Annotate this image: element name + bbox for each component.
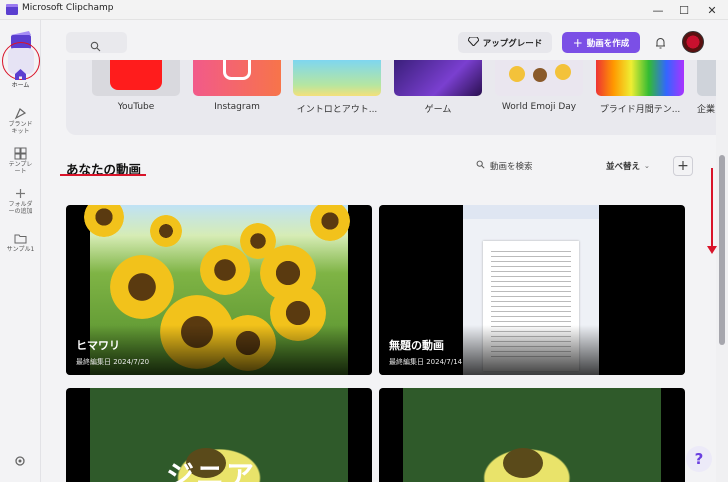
video-card[interactable]: 無題の動画 最終編集日 2024/7/14 xyxy=(379,205,685,375)
sidebar-item-sample1[interactable]: サンプル1 xyxy=(0,231,41,253)
video-date: 最終編集日 2024/7/14 xyxy=(389,358,463,366)
sidebar-item-label: ホーム xyxy=(11,82,30,89)
title-bar: Microsoft Clipchamp — ☐ ✕ xyxy=(0,0,728,20)
template-thumbnail xyxy=(495,60,583,96)
template-icon xyxy=(14,146,28,160)
close-button[interactable]: ✕ xyxy=(698,0,726,20)
search-button[interactable] xyxy=(66,32,127,53)
notification-bell-icon[interactable] xyxy=(650,32,670,53)
upgrade-label: アップグレード xyxy=(482,38,543,49)
template-thumbnail xyxy=(92,60,180,96)
window-title: Microsoft Clipchamp xyxy=(22,3,114,13)
annotation-arrow xyxy=(707,168,717,254)
search-icon xyxy=(476,160,485,172)
upgrade-button[interactable]: アップグレード xyxy=(458,32,552,53)
template-thumbnail xyxy=(394,60,482,96)
template-label: イントロとアウト... xyxy=(296,105,378,115)
sidebar-item-label: サンプル1 xyxy=(6,246,35,253)
help-button[interactable]: ? xyxy=(686,446,712,472)
template-label: YouTube xyxy=(117,102,155,112)
create-video-button[interactable]: + 動画を作成 xyxy=(562,32,640,53)
video-card[interactable] xyxy=(379,388,685,482)
video-date: 最終編集日 2024/7/20 xyxy=(76,358,150,366)
template-thumbnail xyxy=(293,60,381,96)
template-card-pride-month[interactable]: プライド月間テン... xyxy=(596,60,684,115)
search-icon xyxy=(90,37,101,56)
sort-label: 並べ替え xyxy=(606,162,641,172)
video-search[interactable]: 動画を検索 xyxy=(476,160,533,172)
diamond-icon xyxy=(467,36,480,49)
video-title: ヒマワリ xyxy=(76,339,120,352)
sidebar-item-label: ブランド キット xyxy=(8,121,33,135)
template-card-instagram[interactable]: Instagram xyxy=(193,60,281,112)
template-label: プライド月間テン... xyxy=(599,105,681,115)
plus-icon: + xyxy=(572,35,583,50)
scrollbar-thumb[interactable] xyxy=(719,155,725,345)
chevron-down-icon: ⌄ xyxy=(644,162,650,170)
sidebar-item-home[interactable]: ホーム xyxy=(0,67,41,89)
brand-kit-icon xyxy=(14,106,28,120)
video-overlay-title: ジニア xyxy=(166,459,257,482)
template-thumbnail xyxy=(193,60,281,96)
home-icon xyxy=(14,67,28,81)
minimize-button[interactable]: — xyxy=(644,0,672,20)
sidebar-item-templates[interactable]: テンプレ ート xyxy=(0,146,41,175)
template-card-gaming[interactable]: ゲーム xyxy=(394,60,482,115)
add-folder-icon xyxy=(14,186,28,200)
video-title: 無題の動画 xyxy=(389,339,444,352)
video-thumbnail xyxy=(403,388,661,482)
sidebar-item-add-folder[interactable]: フォルダ ーの追加 xyxy=(0,186,41,215)
video-search-label: 動画を検索 xyxy=(490,162,533,172)
create-video-label: 動画を作成 xyxy=(586,38,630,49)
sidebar-item-label: テンプレ ート xyxy=(8,161,33,175)
avatar[interactable] xyxy=(682,31,704,53)
template-strip: YouTube Instagram イントロとアウト... ゲーム World … xyxy=(66,60,728,135)
template-card-emoji-day[interactable]: World Emoji Day xyxy=(495,60,583,112)
folder-icon xyxy=(14,231,28,245)
template-card-intro-outro[interactable]: イントロとアウト... xyxy=(293,60,381,115)
sidebar-item-brand-kit[interactable]: ブランド キット xyxy=(0,106,41,135)
template-card-youtube[interactable]: YouTube xyxy=(92,60,180,112)
sort-dropdown[interactable]: 並べ替え ⌄ xyxy=(606,160,650,172)
video-card[interactable]: ジニア xyxy=(66,388,372,482)
template-label: World Emoji Day xyxy=(501,102,577,112)
annotation-underline xyxy=(60,174,146,176)
clipchamp-app-icon xyxy=(6,4,18,15)
template-thumbnail xyxy=(596,60,684,96)
settings-gear-icon[interactable] xyxy=(13,453,27,472)
template-label: ゲーム xyxy=(424,105,452,115)
sidebar-item-label: フォルダ ーの追加 xyxy=(8,201,33,215)
add-button[interactable]: + xyxy=(673,156,693,176)
video-card[interactable]: ヒマワリ 最終編集日 2024/7/20 xyxy=(66,205,372,375)
template-label: Instagram xyxy=(214,102,260,112)
maximize-button[interactable]: ☐ xyxy=(670,0,698,20)
